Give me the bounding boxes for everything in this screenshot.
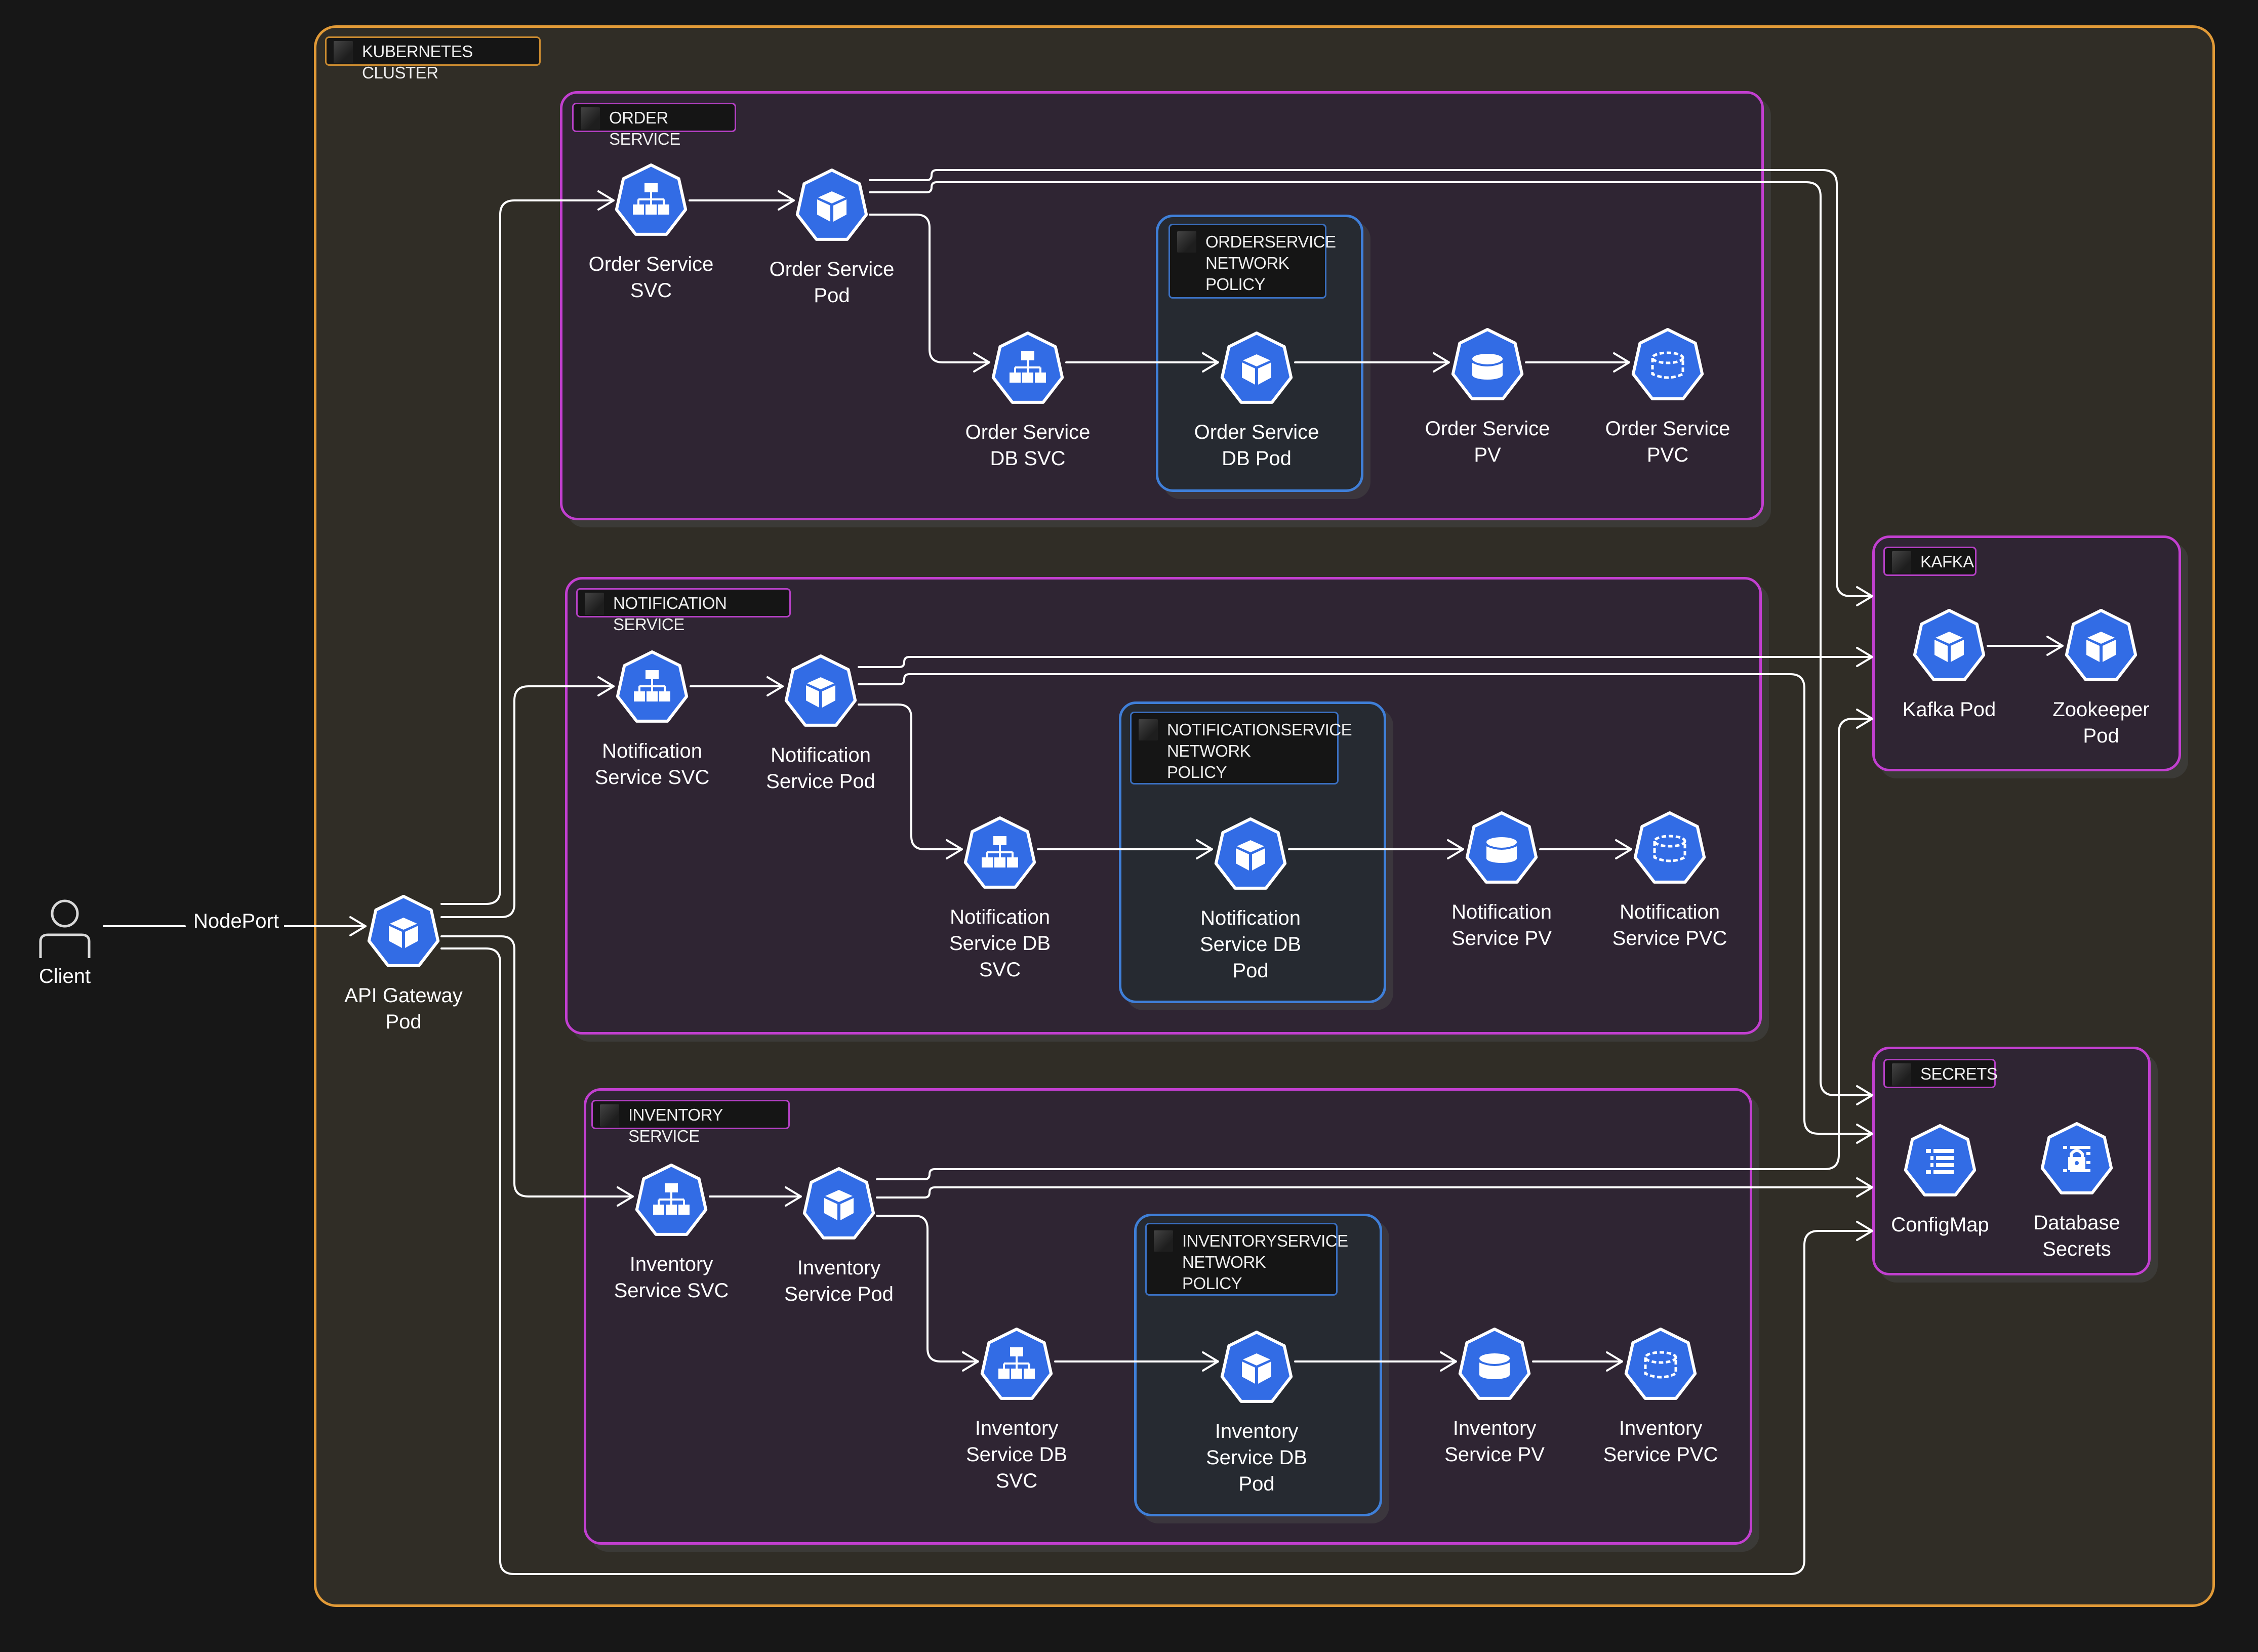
database-secrets[interactable]: Database Secrets (2033, 1121, 2120, 1262)
api-gateway-pod-label: API Gateway Pod (344, 984, 463, 1033)
notification-service-db-svc[interactable]: Notification Service DB SVC (949, 815, 1051, 983)
notification-service-pvc[interactable]: Notification Service PVC (1612, 810, 1727, 952)
persistent-volume-claim-icon (1624, 1328, 1697, 1400)
service-icon (615, 163, 688, 236)
edge-gateway-order-svc (440, 199, 615, 905)
client-actor[interactable]: Client (24, 898, 105, 989)
inventory-service-pvc[interactable]: Inventory Service PVC (1603, 1326, 1718, 1468)
notification-service-pvc-label: Notification Service PVC (1612, 901, 1727, 949)
order-service-pod-label: Order Service Pod (769, 258, 895, 307)
order-service-db-pod-label: Order Service DB Pod (1194, 421, 1319, 470)
pod-icon (802, 1167, 875, 1240)
order-service-db-svc[interactable]: Order Service DB SVC (965, 330, 1090, 472)
persistent-volume-icon (1465, 811, 1538, 884)
order-service-svc[interactable]: Order Service SVC (589, 162, 713, 304)
pod-icon (367, 895, 440, 967)
inventory-service-db-svc-label: Inventory Service DB SVC (965, 1417, 1068, 1492)
service-icon (635, 1164, 708, 1236)
persistent-volume-claim-icon (1631, 328, 1704, 400)
service-icon (980, 1328, 1053, 1400)
notification-service-pod[interactable]: Notification Service Pod (766, 653, 875, 795)
pod-icon (795, 169, 868, 241)
order-service-pod[interactable]: Order Service Pod (770, 167, 894, 309)
notification-service-svc-label: Notification Service SVC (594, 740, 710, 789)
service-icon (991, 332, 1064, 404)
persistent-volume-claim-icon (1633, 811, 1706, 884)
inventory-service-svc-label: Inventory Service SVC (614, 1253, 729, 1302)
notification-service-db-svc-label: Notification Service DB SVC (949, 906, 1051, 981)
zookeeper-pod-label: Zookeeper Pod (2052, 698, 2150, 747)
service-icon (616, 650, 689, 723)
persistent-volume-icon (1451, 328, 1524, 400)
database-secrets-label: Database Secrets (2033, 1212, 2120, 1260)
persistent-volume-icon (1458, 1328, 1531, 1400)
inventory-service-db-pod[interactable]: Inventory Service DB Pod (1206, 1329, 1307, 1497)
notification-service-db-pod[interactable]: Notification Service DB Pod (1200, 816, 1301, 984)
edge-gateway-inventory-svc (440, 935, 634, 1197)
edge-inventory-pod-secrets (876, 1186, 1873, 1199)
order-service-pvc[interactable]: Order Service PVC (1605, 326, 1730, 468)
client-label: Client (38, 965, 91, 987)
edge-gateway-notification-svc (440, 685, 615, 918)
kafka-pod[interactable]: Kafka Pod (1903, 607, 1996, 723)
service-icon (963, 816, 1036, 889)
user-icon (39, 899, 91, 958)
order-service-db-svc-label: Order Service DB SVC (965, 421, 1091, 470)
pod-icon (784, 654, 857, 727)
zookeeper-pod[interactable]: Zookeeper Pod (2052, 607, 2150, 749)
connection-layer (103, 169, 2064, 1575)
order-service-db-pod[interactable]: Order Service DB Pod (1194, 330, 1319, 472)
inventory-service-db-pod-label: Inventory Service DB Pod (1205, 1420, 1308, 1495)
inventory-service-pvc-label: Inventory Service PVC (1603, 1417, 1718, 1466)
order-service-svc-label: Order Service SVC (588, 253, 714, 302)
inventory-service-pv[interactable]: Inventory Service PV (1444, 1326, 1545, 1468)
configmap[interactable]: ConfigMap (1891, 1123, 1989, 1238)
pod-icon (2065, 609, 2138, 681)
pod-icon (1220, 1331, 1293, 1403)
notification-service-pv-label: Notification Service PV (1451, 901, 1552, 949)
inventory-service-pod[interactable]: Inventory Service Pod (784, 1166, 894, 1307)
order-service-pvc-label: Order Service PVC (1605, 418, 1730, 466)
api-gateway-pod[interactable]: API Gateway Pod (344, 893, 463, 1035)
inventory-service-db-svc[interactable]: Inventory Service DB SVC (966, 1326, 1067, 1494)
order-service-pv[interactable]: Order Service PV (1425, 326, 1550, 468)
configmap-icon (1904, 1124, 1977, 1196)
pod-icon (1220, 332, 1293, 404)
edge-notification-pod-kafka (858, 656, 1873, 668)
notification-service-db-pod-label: Notification Service DB Pod (1199, 907, 1302, 982)
inventory-service-pod-label: Inventory Service Pod (784, 1257, 894, 1305)
kafka-pod-label: Kafka Pod (1902, 698, 1996, 721)
pod-icon (1913, 609, 1986, 681)
inventory-service-pv-label: Inventory Service PV (1444, 1417, 1545, 1466)
notification-service-svc[interactable]: Notification Service SVC (595, 649, 709, 791)
pod-icon (1214, 817, 1287, 890)
nodeport-edge-label: NodePort (188, 910, 284, 933)
notification-service-pod-label: Notification Service Pod (766, 744, 875, 793)
secret-icon (2040, 1122, 2113, 1194)
order-service-pv-label: Order Service PV (1425, 418, 1550, 466)
inventory-service-svc[interactable]: Inventory Service SVC (614, 1162, 729, 1304)
notification-service-pv[interactable]: Notification Service PV (1451, 810, 1552, 952)
